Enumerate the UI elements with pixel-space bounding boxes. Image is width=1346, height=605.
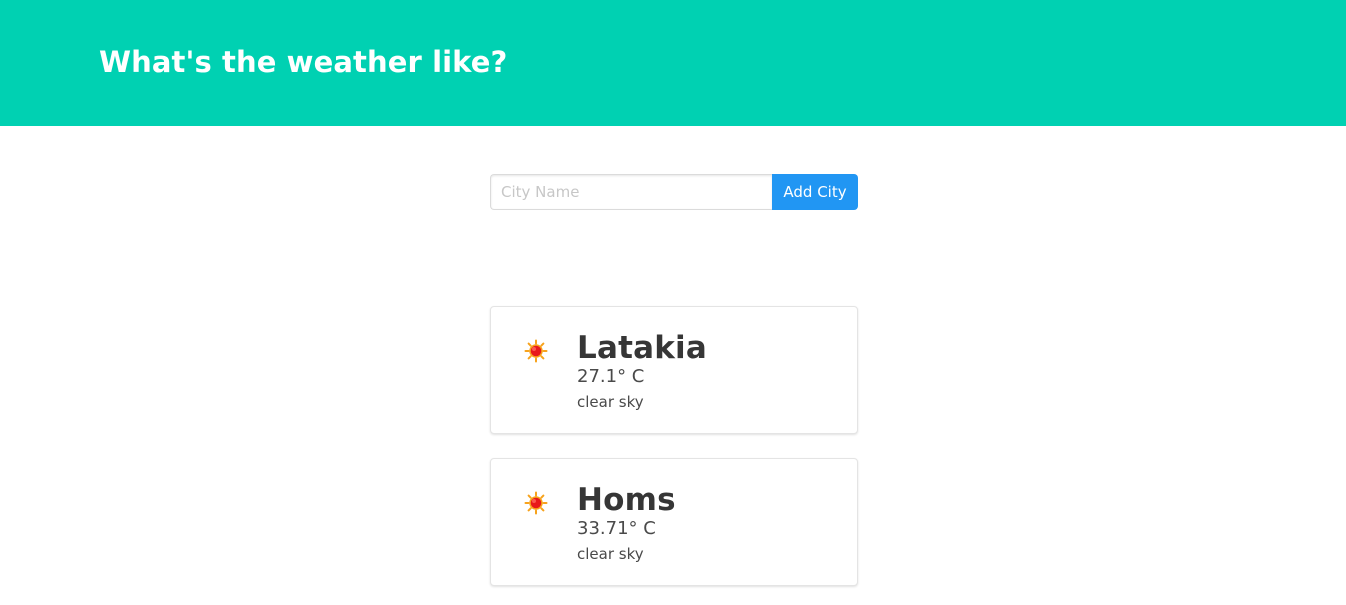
temperature: 27.1° C (577, 366, 645, 387)
city-info: Latakia 27.1° C clear sky (577, 329, 707, 412)
add-city-form: Add City (490, 174, 858, 210)
city-weather-card: Latakia 27.1° C clear sky (490, 306, 858, 434)
weather-description: clear sky (577, 393, 644, 411)
sun-icon (524, 339, 548, 363)
city-name-input[interactable] (490, 174, 772, 210)
add-city-button[interactable]: Add City (772, 174, 858, 210)
city-name: Homs (577, 482, 676, 518)
temperature: 33.71° C (577, 518, 656, 539)
city-info: Homs 33.71° C clear sky (577, 481, 676, 564)
header-banner: What's the weather like? (0, 0, 1346, 126)
sun-icon (524, 491, 548, 515)
city-name: Latakia (577, 330, 707, 366)
page-title: What's the weather like? (99, 45, 508, 79)
city-weather-card: Homs 33.71° C clear sky (490, 458, 858, 586)
weather-description: clear sky (577, 545, 644, 563)
